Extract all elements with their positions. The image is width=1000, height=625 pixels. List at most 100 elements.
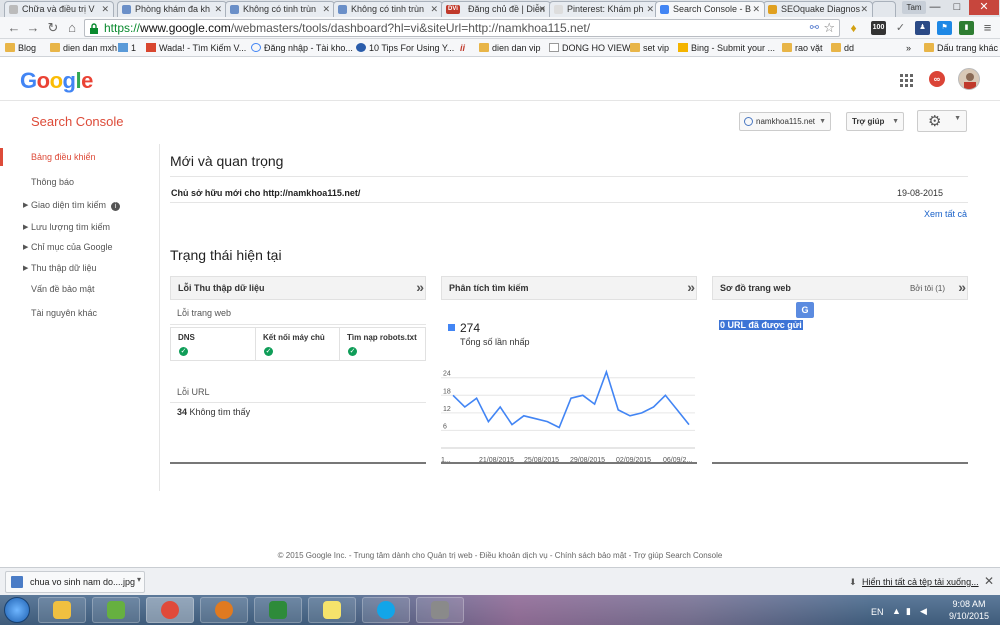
language-indicator[interactable]: EN <box>871 607 884 617</box>
tab-close-icon[interactable]: ✕ <box>430 2 438 16</box>
image-file-icon <box>11 576 23 588</box>
clock[interactable]: 9:08 AM 9/10/2015 <box>944 598 994 622</box>
bookmark-dien-dan-vip[interactable]: dien dan vip <box>479 41 541 55</box>
close-window-icon[interactable]: ✕ <box>969 0 999 15</box>
minimize-icon[interactable]: — <box>924 0 946 15</box>
search-analytics-header[interactable]: Phân tích tìm kiếm » <box>441 276 697 300</box>
settings-button[interactable]: ⚙ ▼ <box>917 110 967 132</box>
help-button[interactable]: Trợ giúp ▼ <box>846 112 904 131</box>
network-icon[interactable]: ▮ <box>906 606 911 617</box>
bookmark-dong-ho-view[interactable]: DONG HO VIEW <box>549 41 631 55</box>
browser-tab-seoquake[interactable]: SEOquake Diagnos ✕ <box>763 1 873 17</box>
crawl-errors-header[interactable]: Lỗi Thu thập dữ liệu » <box>170 276 426 300</box>
info-icon[interactable]: i <box>111 202 121 211</box>
home-icon[interactable]: ⌂ <box>64 21 80 35</box>
extension-person-icon[interactable]: ♟ <box>915 21 930 35</box>
bookmark-dd[interactable]: dd <box>831 41 854 55</box>
browser-tab-5[interactable]: DVi Đăng chủ đề | Diễn ✕ <box>441 1 551 17</box>
browser-tab-2[interactable]: Phòng khám đa kh ✕ <box>117 1 227 17</box>
browser-tab-1[interactable]: Chữa và điều trị V ✕ <box>4 1 114 17</box>
sidebar-item-security-issues[interactable]: Vấn đề bảo mật <box>31 284 95 294</box>
sidebar-item-dashboard[interactable]: Bảng điều khiển <box>31 152 96 162</box>
sidebar-item-messages[interactable]: Thông báo <box>31 177 74 187</box>
google-logo[interactable]: Google <box>20 68 93 94</box>
tab-close-icon[interactable]: ✕ <box>538 2 546 16</box>
bookmark-wada[interactable]: Wada! - Tìm Kiếm V... <box>146 41 246 55</box>
bookmark-ii[interactable]: ii <box>460 41 465 55</box>
browser-tab-search-console[interactable]: Search Console - B ✕ <box>655 1 765 17</box>
notifications-icon[interactable]: ∞ <box>929 71 945 87</box>
bookmark-dien-dan-mxh[interactable]: dien dan mxh <box>50 41 117 55</box>
forward-arrow-icon[interactable]: → <box>25 21 41 35</box>
apps-grid-icon[interactable] <box>900 74 914 88</box>
extension-flag-icon[interactable]: ⚑ <box>937 21 952 35</box>
product-title[interactable]: Search Console <box>31 114 124 129</box>
tab-close-icon[interactable]: ✕ <box>322 2 330 16</box>
taskbar-chrome[interactable] <box>146 597 194 623</box>
back-arrow-icon[interactable]: ← <box>6 21 22 35</box>
taskbar-skype[interactable] <box>362 597 410 623</box>
bookmark-1[interactable]: 1 <box>118 41 136 55</box>
browser-user-button[interactable]: Tam <box>902 1 926 14</box>
taskbar-explorer[interactable] <box>38 597 86 623</box>
bookmark-rao-vat[interactable]: rao vặt <box>782 41 823 55</box>
maximize-icon[interactable]: □ <box>946 0 968 15</box>
tray-arrow-icon[interactable]: ▲ <box>892 606 901 616</box>
site-selector[interactable]: namkhoa115.net ▼ <box>739 112 831 131</box>
sitemaps-filter[interactable]: Bởi tôi (1) <box>910 284 945 293</box>
sidebar-item-crawl[interactable]: ▶ Thu thập dữ liệu <box>23 263 97 273</box>
reload-icon[interactable]: ↻ <box>45 21 61 35</box>
tab-close-icon[interactable]: ✕ <box>101 2 109 16</box>
tab-close-icon[interactable]: ✕ <box>860 2 868 16</box>
new-tab-button[interactable] <box>872 1 896 17</box>
double-chevron-right-icon[interactable]: » <box>416 279 424 295</box>
sidebar-item-other-resources[interactable]: Tài nguyên khác <box>31 308 97 318</box>
browser-tab-3[interactable]: Không có tinh trùn ✕ <box>225 1 335 17</box>
browser-tab-6[interactable]: Pinterest: Khám ph ✕ <box>549 1 659 17</box>
url-text[interactable]: https://www.google.com/webmasters/tools/… <box>104 20 590 37</box>
tab-close-icon[interactable]: ✕ <box>646 2 654 16</box>
taskbar-firefox[interactable] <box>200 597 248 623</box>
bookmark-blog[interactable]: Blog <box>5 41 36 55</box>
chevron-down-icon[interactable]: ▾ <box>137 575 141 584</box>
browser-tab-4[interactable]: Không có tinh trùn ✕ <box>333 1 443 17</box>
not-found-errors[interactable]: 34 Không tìm thấy <box>177 407 250 417</box>
folder-icon <box>782 43 792 52</box>
url-omnibox[interactable]: https://www.google.com/webmasters/tools/… <box>84 19 840 37</box>
sitemaps-header[interactable]: Sơ đồ trang web Bởi tôi (1) » <box>712 276 968 300</box>
tab-close-icon[interactable]: ✕ <box>214 2 222 16</box>
double-chevron-right-icon[interactable]: » <box>958 279 966 295</box>
sidebar-item-google-index[interactable]: ▶ Chỉ mục của Google <box>23 242 113 252</box>
translate-icon[interactable]: G <box>796 302 814 318</box>
extension-gear-icon[interactable]: ♦ <box>846 21 861 35</box>
double-chevron-right-icon[interactable]: » <box>687 279 695 295</box>
close-download-bar-icon[interactable]: ✕ <box>984 574 994 588</box>
bookmark-bing[interactable]: Bing - Submit your ... <box>678 41 775 55</box>
sidebar-item-search-traffic[interactable]: ▶ Lưu lượng tìm kiếm <box>23 222 110 232</box>
sidebar-item-search-appearance[interactable]: ▶ Giao diện tìm kiếm i <box>23 200 121 211</box>
bookmark-10-tips[interactable]: 10 Tips For Using Y... <box>356 41 454 55</box>
extension-100-icon[interactable]: 100 <box>871 21 886 35</box>
bookmarks-overflow[interactable]: » <box>906 41 911 55</box>
page-footer[interactable]: © 2015 Google Inc. - Trung tâm dành cho … <box>0 551 1000 560</box>
bookmark-star-icon[interactable]: ☆ <box>823 20 835 36</box>
avatar[interactable] <box>958 68 980 90</box>
tab-close-icon[interactable]: ✕ <box>752 2 760 16</box>
taskbar-excel[interactable] <box>254 597 302 623</box>
start-button-icon[interactable] <box>4 597 30 623</box>
bookmark-google-login[interactable]: Đăng nhập - Tài kho... <box>251 41 353 55</box>
taskbar-chart-tool[interactable] <box>416 597 464 623</box>
translate-icon[interactable]: ⚯ <box>810 21 819 34</box>
extension-check-icon[interactable]: ✓ <box>893 21 908 35</box>
see-all-link[interactable]: Xem tất cả <box>924 209 967 219</box>
chrome-menu-icon[interactable]: ≡ <box>980 21 995 35</box>
bookmark-other[interactable]: Dấu trang khác <box>924 41 998 55</box>
download-item[interactable]: chua vo sinh nam do....jpg ▾ <box>5 571 145 593</box>
taskbar-sticky-notes[interactable] <box>308 597 356 623</box>
extension-seoquake-icon[interactable]: ▮ <box>959 21 974 35</box>
message-item[interactable]: Chủ sở hữu mới cho http://namkhoa115.net… <box>171 188 941 198</box>
volume-icon[interactable]: ◀ <box>920 606 927 617</box>
taskbar-media[interactable] <box>92 597 140 623</box>
show-all-downloads-link[interactable]: Hiển thị tất cả tệp tải xuống... <box>862 577 979 587</box>
bookmark-set-vip[interactable]: set vip <box>630 41 669 55</box>
